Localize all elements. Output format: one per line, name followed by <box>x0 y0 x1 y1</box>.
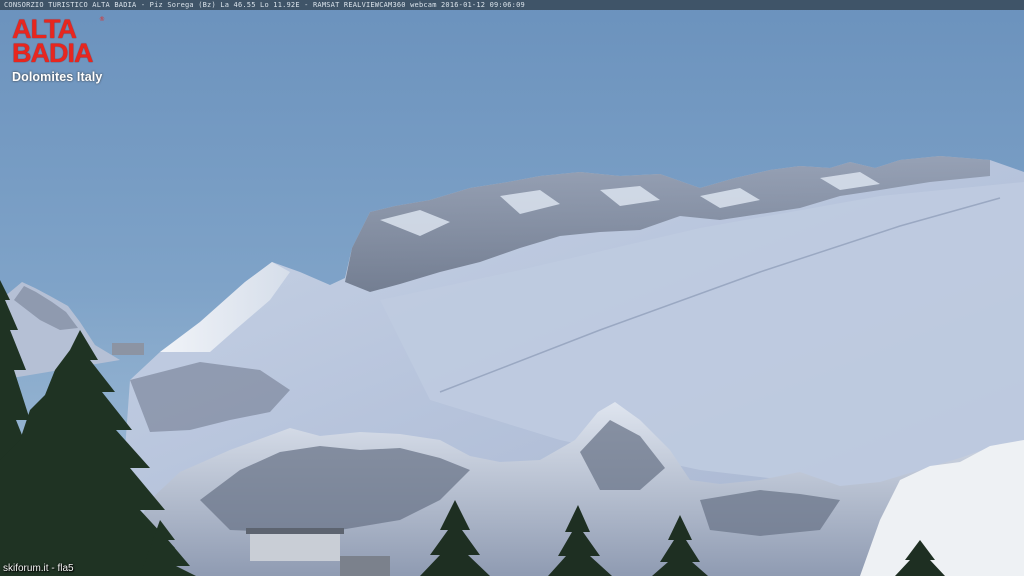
webcam-caption-bar: CONSORZIO TURISTICO ALTA BADIA - Piz Sor… <box>0 0 1024 10</box>
building <box>250 533 340 561</box>
logo-line-2: BADIA <box>12 38 94 68</box>
webcam-photo <box>0 0 1024 576</box>
building-roof <box>246 528 344 534</box>
webcam-caption: CONSORZIO TURISTICO ALTA BADIA - Piz Sor… <box>4 1 525 9</box>
alta-badia-logo: ALTA BADIA ® Dolomites Italy <box>12 14 108 85</box>
logo-subtitle: Dolomites Italy <box>12 70 103 84</box>
building-2 <box>340 556 390 576</box>
lift-station <box>112 343 144 355</box>
logo-registered: ® <box>99 16 105 23</box>
logo-line-1: ALTA <box>12 14 77 44</box>
footer-credit: skiforum.it - fla5 <box>3 563 74 574</box>
